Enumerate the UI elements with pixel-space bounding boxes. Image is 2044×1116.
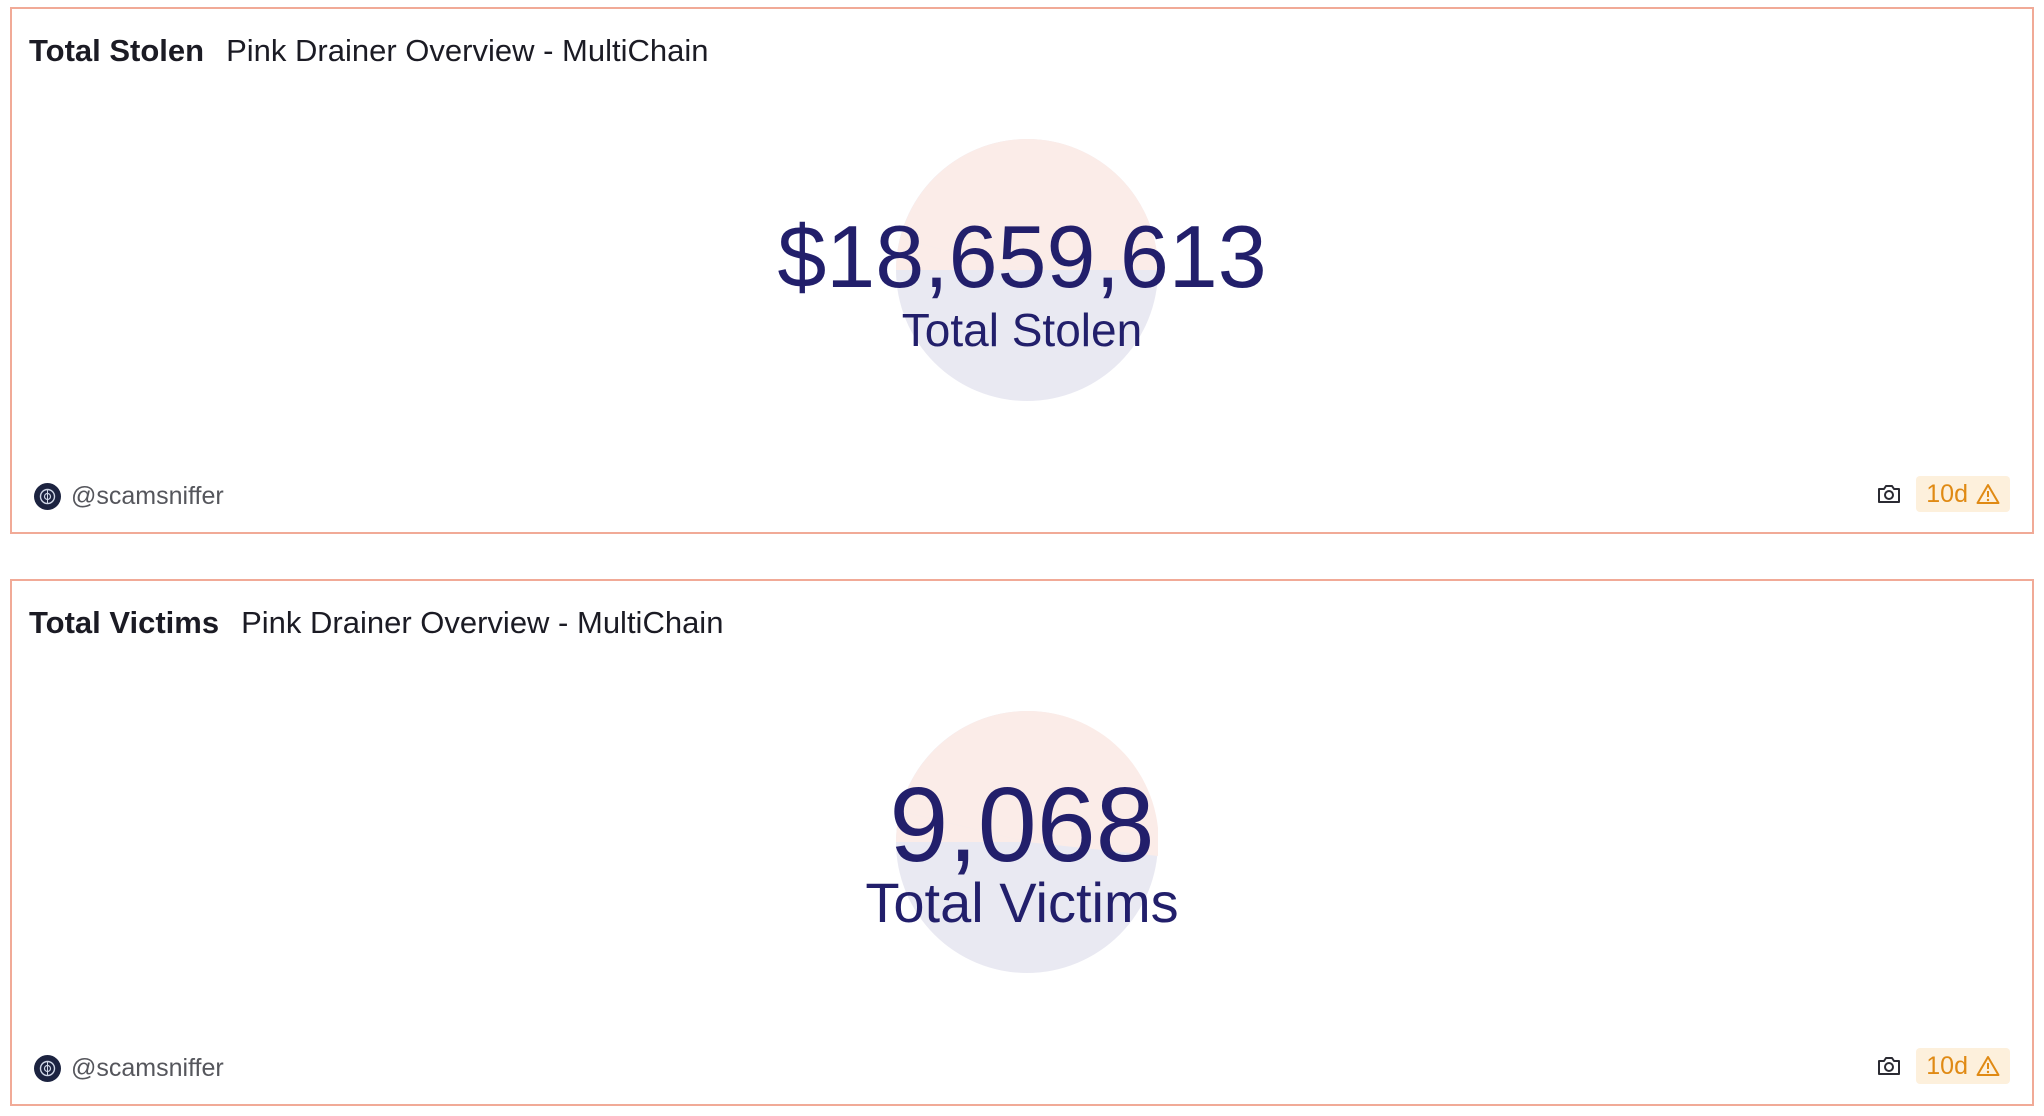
camera-icon[interactable] [1874,479,1904,509]
warning-icon [1976,1055,2000,1077]
freshness-badge[interactable]: 10d [1916,476,2010,512]
counter-value: $18,659,613 [777,207,1267,306]
counter-area: $18,659,613 Total Stolen [12,9,2032,532]
camera-icon[interactable] [1874,1051,1904,1081]
avatar-icon [34,482,61,510]
counter-widget-total-stolen: Total Stolen Pink Drainer Overview - Mul… [10,7,2034,534]
avatar-icon [34,1054,61,1082]
widget-actions: 10d [1874,475,2010,513]
widget-author[interactable]: @scamsniffer [34,479,224,513]
freshness-label: 10d [1926,1051,1968,1080]
widget-actions: 10d [1874,1047,2010,1085]
counter-value: 9,068 [889,766,1155,884]
widget-author[interactable]: @scamsniffer [34,1051,224,1085]
author-handle[interactable]: @scamsniffer [71,482,224,511]
counter-label: Total Victims [865,871,1179,934]
counter-label: Total Stolen [901,304,1143,356]
counter-widget-total-victims: Total Victims Pink Drainer Overview - Mu… [10,579,2034,1106]
author-handle[interactable]: @scamsniffer [71,1054,224,1083]
counter-area: 9,068 Total Victims [12,581,2032,1104]
freshness-label: 10d [1926,479,1968,508]
warning-icon [1976,483,2000,505]
freshness-badge[interactable]: 10d [1916,1048,2010,1084]
